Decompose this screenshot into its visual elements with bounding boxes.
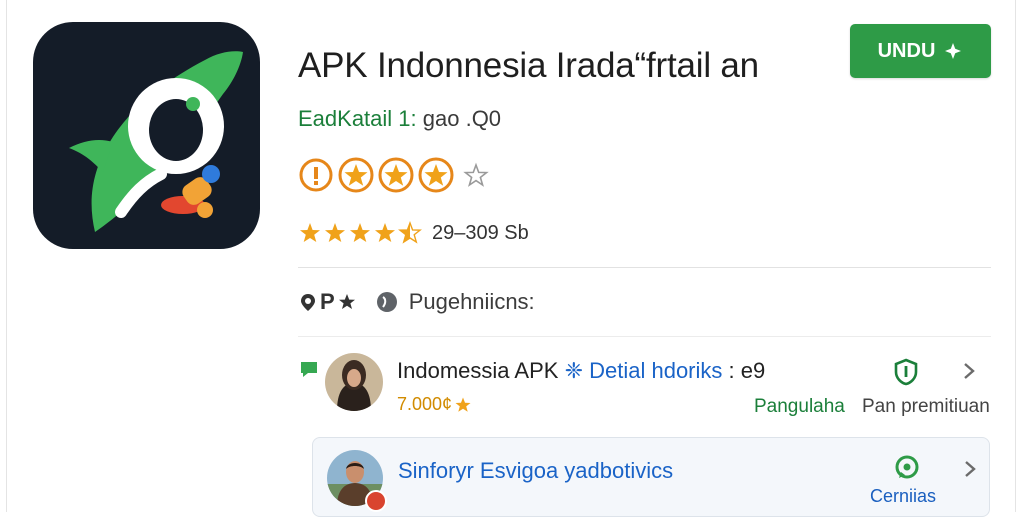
section-tag: P: [298, 289, 357, 315]
star-icon: [350, 223, 370, 242]
section-tag-label: P: [320, 289, 335, 314]
shield-icon[interactable]: [892, 358, 920, 386]
list-item[interactable]: Indomessia APK ❈ Detial hdoriks : e9 7.0…: [298, 350, 998, 422]
star-half-icon: [398, 221, 422, 244]
notification-badge: [365, 490, 387, 512]
item-suffix: : e9: [728, 358, 766, 383]
chat-icon: [301, 362, 317, 377]
app-version: gao .Q0: [422, 106, 502, 131]
divider: [298, 336, 991, 337]
item-name: Indomessia APK: [397, 358, 559, 383]
item-action-label[interactable]: Cerniias: [870, 486, 936, 507]
chevron-right-icon[interactable]: [960, 360, 978, 382]
item-title[interactable]: Indomessia APK ❈ Detial hdoriks : e9: [397, 358, 765, 384]
list-item-card[interactable]: Sinforyr Esvigoa yadbotivics Cerniias: [312, 437, 990, 517]
item-link[interactable]: ❈ Detial hdoriks: [565, 358, 723, 383]
star-icon: [375, 223, 395, 242]
rating-summary: 29–309 Sb: [298, 218, 529, 248]
developer-name[interactable]: EadKatail 1:: [298, 106, 417, 131]
star-outline-icon[interactable]: [458, 157, 494, 193]
download-count: 29–309 Sb: [432, 221, 529, 244]
developer-line[interactable]: EadKatail 1: gao .Q0: [298, 106, 501, 132]
item-action-label[interactable]: Pangulaha: [754, 396, 845, 418]
star-icon[interactable]: [418, 157, 454, 193]
star-icon[interactable]: [338, 157, 374, 193]
download-icon: [945, 43, 962, 59]
item-meta-value: 7.000¢: [397, 394, 453, 414]
app-title: APK Indonnesia Irada“frtail an: [298, 46, 759, 85]
star-icon[interactable]: [378, 157, 414, 193]
divider: [298, 267, 991, 268]
star-icon: [300, 223, 320, 242]
item-sub-label: Pan premitiuan: [862, 396, 990, 417]
whatsapp-icon[interactable]: [893, 454, 921, 482]
rating-stars-small: [298, 221, 422, 245]
item-meta: 7.000¢: [397, 394, 472, 415]
chevron-right-icon[interactable]: [961, 458, 979, 480]
install-button-label: UNDU: [877, 39, 936, 62]
info-icon: [299, 158, 333, 192]
avatar[interactable]: [325, 353, 383, 411]
location-pin-icon: [301, 294, 315, 311]
star-icon: [338, 294, 355, 309]
app-logo-icon[interactable]: [33, 22, 260, 249]
item-title[interactable]: Sinforyr Esvigoa yadbotivics: [398, 458, 673, 484]
rating-stars-large[interactable]: [298, 157, 494, 193]
install-button[interactable]: UNDU: [850, 24, 991, 78]
section-label: Pugehniicns:: [408, 289, 535, 314]
globe-icon: [376, 292, 397, 312]
star-icon: [325, 223, 345, 242]
star-icon: [455, 397, 471, 412]
section-header: P Pugehniicns:: [298, 286, 535, 318]
